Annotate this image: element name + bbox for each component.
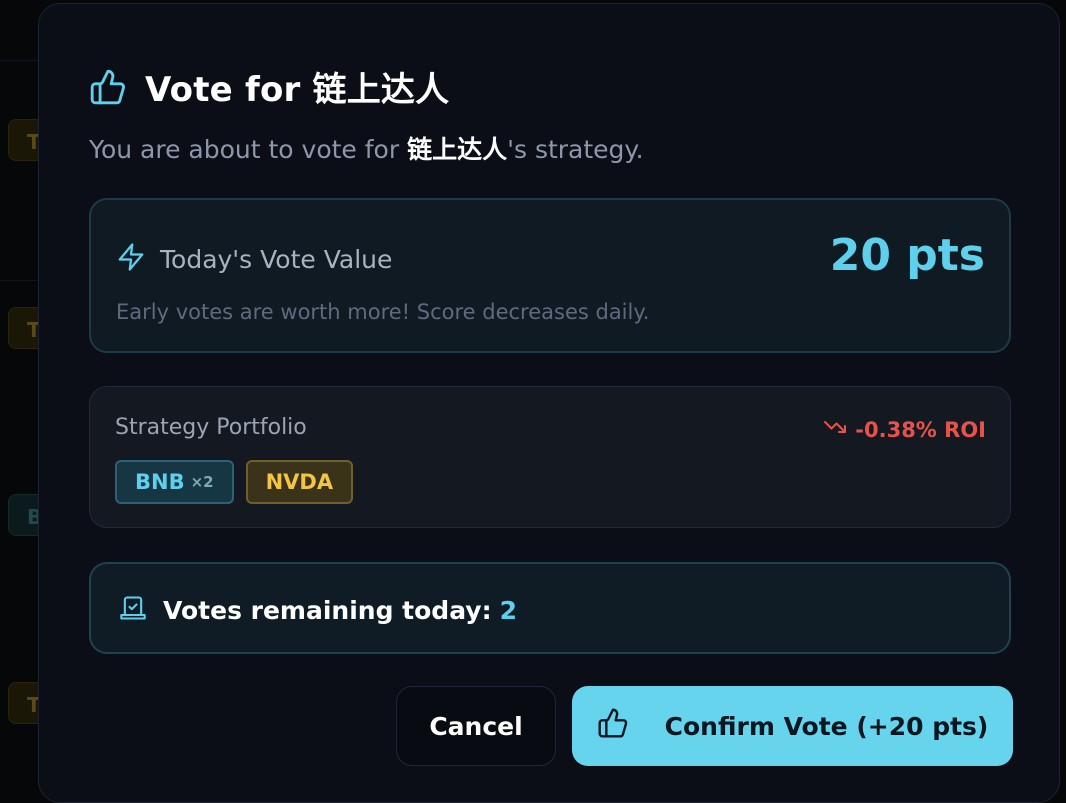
asset-multiplier: ×2 bbox=[190, 473, 214, 491]
votes-remaining-label: Votes remaining today: bbox=[163, 595, 492, 625]
confirm-vote-button[interactable]: Confirm Vote (+20 pts) bbox=[572, 686, 1013, 766]
portfolio-card: Strategy Portfolio -0.38% ROI BNB ×2 NVD… bbox=[89, 386, 1011, 528]
vote-value-amount: 20 pts bbox=[829, 230, 985, 281]
lightning-icon bbox=[116, 242, 146, 276]
vote-value-label: Today's Vote Value bbox=[160, 244, 393, 274]
confirm-vote-label: Confirm Vote (+20 pts) bbox=[664, 711, 989, 741]
ballot-box-icon bbox=[119, 594, 147, 626]
thumbs-up-icon bbox=[89, 68, 127, 106]
vote-modal: Vote for 链上达人 You are about to vote for … bbox=[38, 3, 1060, 803]
backdrop-divider bbox=[0, 280, 40, 281]
portfolio-label: Strategy Portfolio bbox=[115, 415, 307, 440]
modal-title: Vote for 链上达人 bbox=[145, 70, 450, 110]
modal-subtitle: You are about to vote for 链上达人's strateg… bbox=[89, 130, 644, 166]
strategist-name: 链上达人 bbox=[407, 135, 508, 164]
subtitle-prefix: You are about to vote for bbox=[89, 135, 408, 164]
asset-symbol: NVDA bbox=[265, 470, 334, 494]
asset-chip-bnb: BNB ×2 bbox=[115, 460, 234, 504]
vote-value-card: Today's Vote Value 20 pts Early votes ar… bbox=[89, 198, 1011, 353]
cancel-button[interactable]: Cancel bbox=[396, 686, 556, 766]
subtitle-suffix: 's strategy. bbox=[507, 135, 644, 164]
roi-indicator: -0.38% ROI bbox=[823, 415, 986, 444]
asset-symbol: BNB bbox=[135, 470, 185, 494]
votes-remaining-card: Votes remaining today: 2 bbox=[89, 562, 1011, 654]
trend-down-icon bbox=[823, 415, 855, 444]
votes-remaining-count: 2 bbox=[499, 595, 518, 625]
backdrop-divider bbox=[0, 60, 40, 61]
roi-value: -0.38% ROI bbox=[855, 417, 986, 442]
vote-value-note: Early votes are worth more! Score decrea… bbox=[116, 300, 650, 324]
asset-chips: BNB ×2 NVDA bbox=[115, 460, 365, 504]
modal-header: Vote for 链上达人 bbox=[89, 62, 449, 111]
thumbs-up-icon bbox=[597, 707, 665, 745]
asset-chip-nvda: NVDA bbox=[245, 460, 354, 504]
